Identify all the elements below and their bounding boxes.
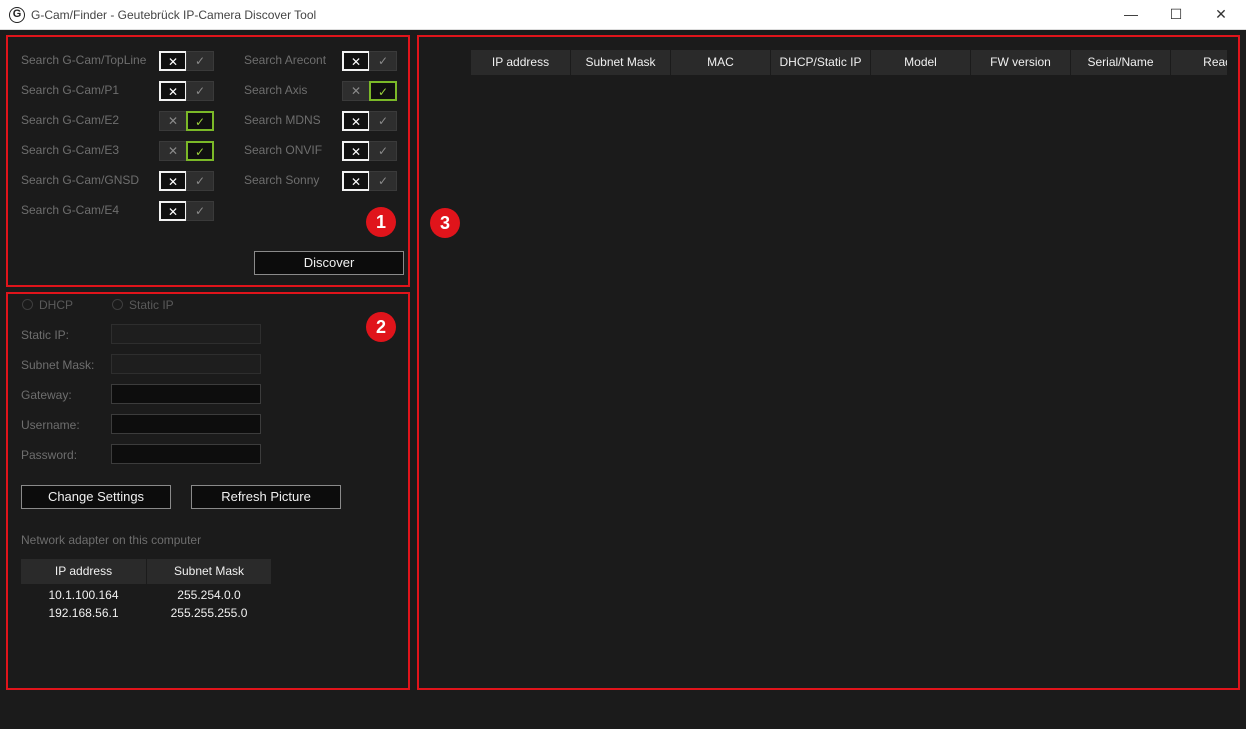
x-mark-icon: ✕ [342,111,370,131]
search-toggle[interactable]: ✕ ✓ [342,111,397,131]
search-toggle[interactable]: ✕ ✓ [342,51,397,71]
search-toggle[interactable]: ✕ ✓ [159,111,214,131]
adapter-ip-cell: 192.168.56.1 [48,606,119,620]
title-bar: G G-Cam/Finder - Geutebrück IP-Camera Di… [0,0,1246,30]
search-options-panel: Search G-Cam/TopLine ✕ ✓ Search G-Cam/P1 ✕ ✓ S… [6,35,410,287]
check-mark-icon: ✓ [186,111,214,131]
static-ip-radio[interactable]: Static IP [112,298,174,312]
badge-3: 3 [430,208,460,238]
password-label: Password: [21,448,78,462]
subnet-mask-label: Subnet Mask: [21,358,95,372]
search-toggle[interactable]: ✕ ✓ [342,141,397,161]
app-body: Search G-Cam/TopLine ✕ ✓ Search G-Cam/P1 ✕ ✓ S… [0,30,1246,729]
check-mark-icon: ✓ [369,171,397,191]
results-column-header[interactable]: Subnet Mask [571,50,670,75]
subnet-mask-field[interactable] [111,354,261,374]
dhcp-radio-label: DHCP [39,298,74,312]
search-option-label: Search Arecont [244,53,327,67]
search-option-label: Search Sonny [244,173,320,187]
search-toggle[interactable]: ✕ ✓ [342,81,397,101]
app-logo-icon: G [9,7,25,23]
check-mark-icon: ✓ [369,81,397,101]
dhcp-radio[interactable]: DHCP [22,298,73,312]
check-mark-icon: ✓ [186,171,214,191]
x-mark-icon: ✕ [342,171,370,191]
check-mark-icon: ✓ [369,51,397,71]
check-mark-icon: ✓ [186,81,214,101]
results-column-header[interactable]: FW version [971,50,1070,75]
gateway-label: Gateway: [21,388,72,402]
x-mark-icon: ✕ [159,171,187,191]
search-toggle[interactable]: ✕ ✓ [159,51,214,71]
change-settings-button[interactable]: Change Settings [21,485,171,509]
x-mark-icon: ✕ [159,51,187,71]
search-option-label: Search Axis [244,83,308,97]
adapter-subnet-cell: 255.254.0.0 [177,588,241,602]
x-mark-icon: ✕ [342,141,370,161]
adapter-header-ip: IP address [21,559,146,584]
window-title: G-Cam/Finder - Geutebrück IP-Camera Disc… [31,8,317,22]
network-settings-panel: DHCP Static IP Static IP: Subnet Mask: G… [6,292,410,690]
x-mark-icon: ✕ [159,141,187,161]
check-mark-icon: ✓ [369,141,397,161]
x-mark-icon: ✕ [159,81,187,101]
static-ip-field[interactable] [111,324,261,344]
search-toggle[interactable]: ✕ ✓ [159,171,214,191]
x-mark-icon: ✕ [342,51,370,71]
check-mark-icon: ✓ [369,111,397,131]
static-ip-label: Static IP: [21,328,70,342]
username-field[interactable] [111,414,261,434]
search-option-label: Search G-Cam/E3 [21,143,120,157]
radio-circle-icon [112,299,123,310]
close-button[interactable]: ✕ [1198,0,1244,30]
search-option-label: Search G-Cam/P1 [21,83,120,97]
radio-circle-icon [22,299,33,310]
x-mark-icon: ✕ [342,81,370,101]
adapter-subnet-cell: 255.255.255.0 [170,606,248,620]
discover-button[interactable]: Discover [254,251,404,275]
search-option-label: Search MDNS [244,113,321,127]
results-table-header: IP address Subnet Mask MAC DHCP/Static IP Mo… [471,50,1227,75]
gateway-field[interactable] [111,384,261,404]
x-mark-icon: ✕ [159,111,187,131]
search-toggle[interactable]: ✕ ✓ [159,201,214,221]
adapter-header-subnet: Subnet Mask [147,559,271,584]
check-mark-icon: ✓ [186,201,214,221]
search-toggle[interactable]: ✕ ✓ [159,81,214,101]
search-toggle[interactable]: ✕ ✓ [159,141,214,161]
results-column-header[interactable]: Model [871,50,970,75]
check-mark-icon: ✓ [186,51,214,71]
results-column-header[interactable]: Serial/Name [1071,50,1170,75]
search-option-label: Search G-Cam/TopLine [21,53,147,67]
results-column-header[interactable]: Reach [1171,50,1227,75]
adapter-title: Network adapter on this computer [21,533,202,547]
results-panel: IP address Subnet Mask MAC DHCP/Static IP Mo… [417,35,1240,690]
search-option-label: Search ONVIF [244,143,323,157]
check-mark-icon: ✓ [186,141,214,161]
search-option-label: Search G-Cam/GNSD [21,173,140,187]
search-toggle[interactable]: ✕ ✓ [342,171,397,191]
search-option-label: Search G-Cam/E2 [21,113,120,127]
results-column-header[interactable]: IP address [471,50,570,75]
password-field[interactable] [111,444,261,464]
x-mark-icon: ✕ [159,201,187,221]
username-label: Username: [21,418,80,432]
results-column-header[interactable]: DHCP/Static IP [771,50,870,75]
minimize-button[interactable]: — [1108,0,1154,30]
search-option-label: Search G-Cam/E4 [21,203,120,217]
refresh-picture-button[interactable]: Refresh Picture [191,485,341,509]
results-column-header[interactable]: MAC [671,50,770,75]
static-ip-radio-label: Static IP [129,298,174,312]
maximize-button[interactable]: ☐ [1153,0,1199,30]
adapter-ip-cell: 10.1.100.164 [48,588,119,602]
badge-1: 1 [366,207,396,237]
badge-2: 2 [366,312,396,342]
